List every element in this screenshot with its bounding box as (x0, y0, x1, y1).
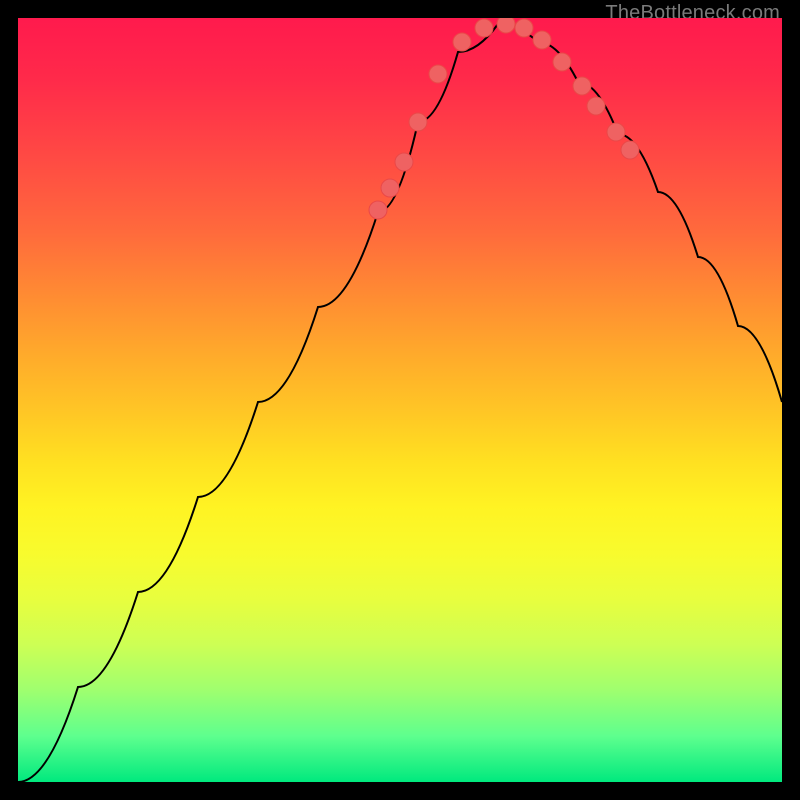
highlight-marker (497, 18, 515, 33)
highlight-marker (429, 65, 447, 83)
highlight-marker (475, 19, 493, 37)
plot-area (18, 18, 782, 782)
highlight-marker (369, 201, 387, 219)
highlight-marker (573, 77, 591, 95)
chart-frame: TheBottleneck.com (0, 0, 800, 800)
highlight-marker (553, 53, 571, 71)
highlight-marker (533, 31, 551, 49)
highlight-marker (587, 97, 605, 115)
highlight-marker (515, 19, 533, 37)
highlight-marker (381, 179, 399, 197)
highlight-marker (409, 113, 427, 131)
highlight-marker (453, 33, 471, 51)
highlight-marker (607, 123, 625, 141)
curve-svg (18, 18, 782, 782)
bottleneck-curve (18, 24, 782, 782)
highlight-marker (621, 141, 639, 159)
highlight-marker (395, 153, 413, 171)
marker-group (369, 18, 639, 219)
